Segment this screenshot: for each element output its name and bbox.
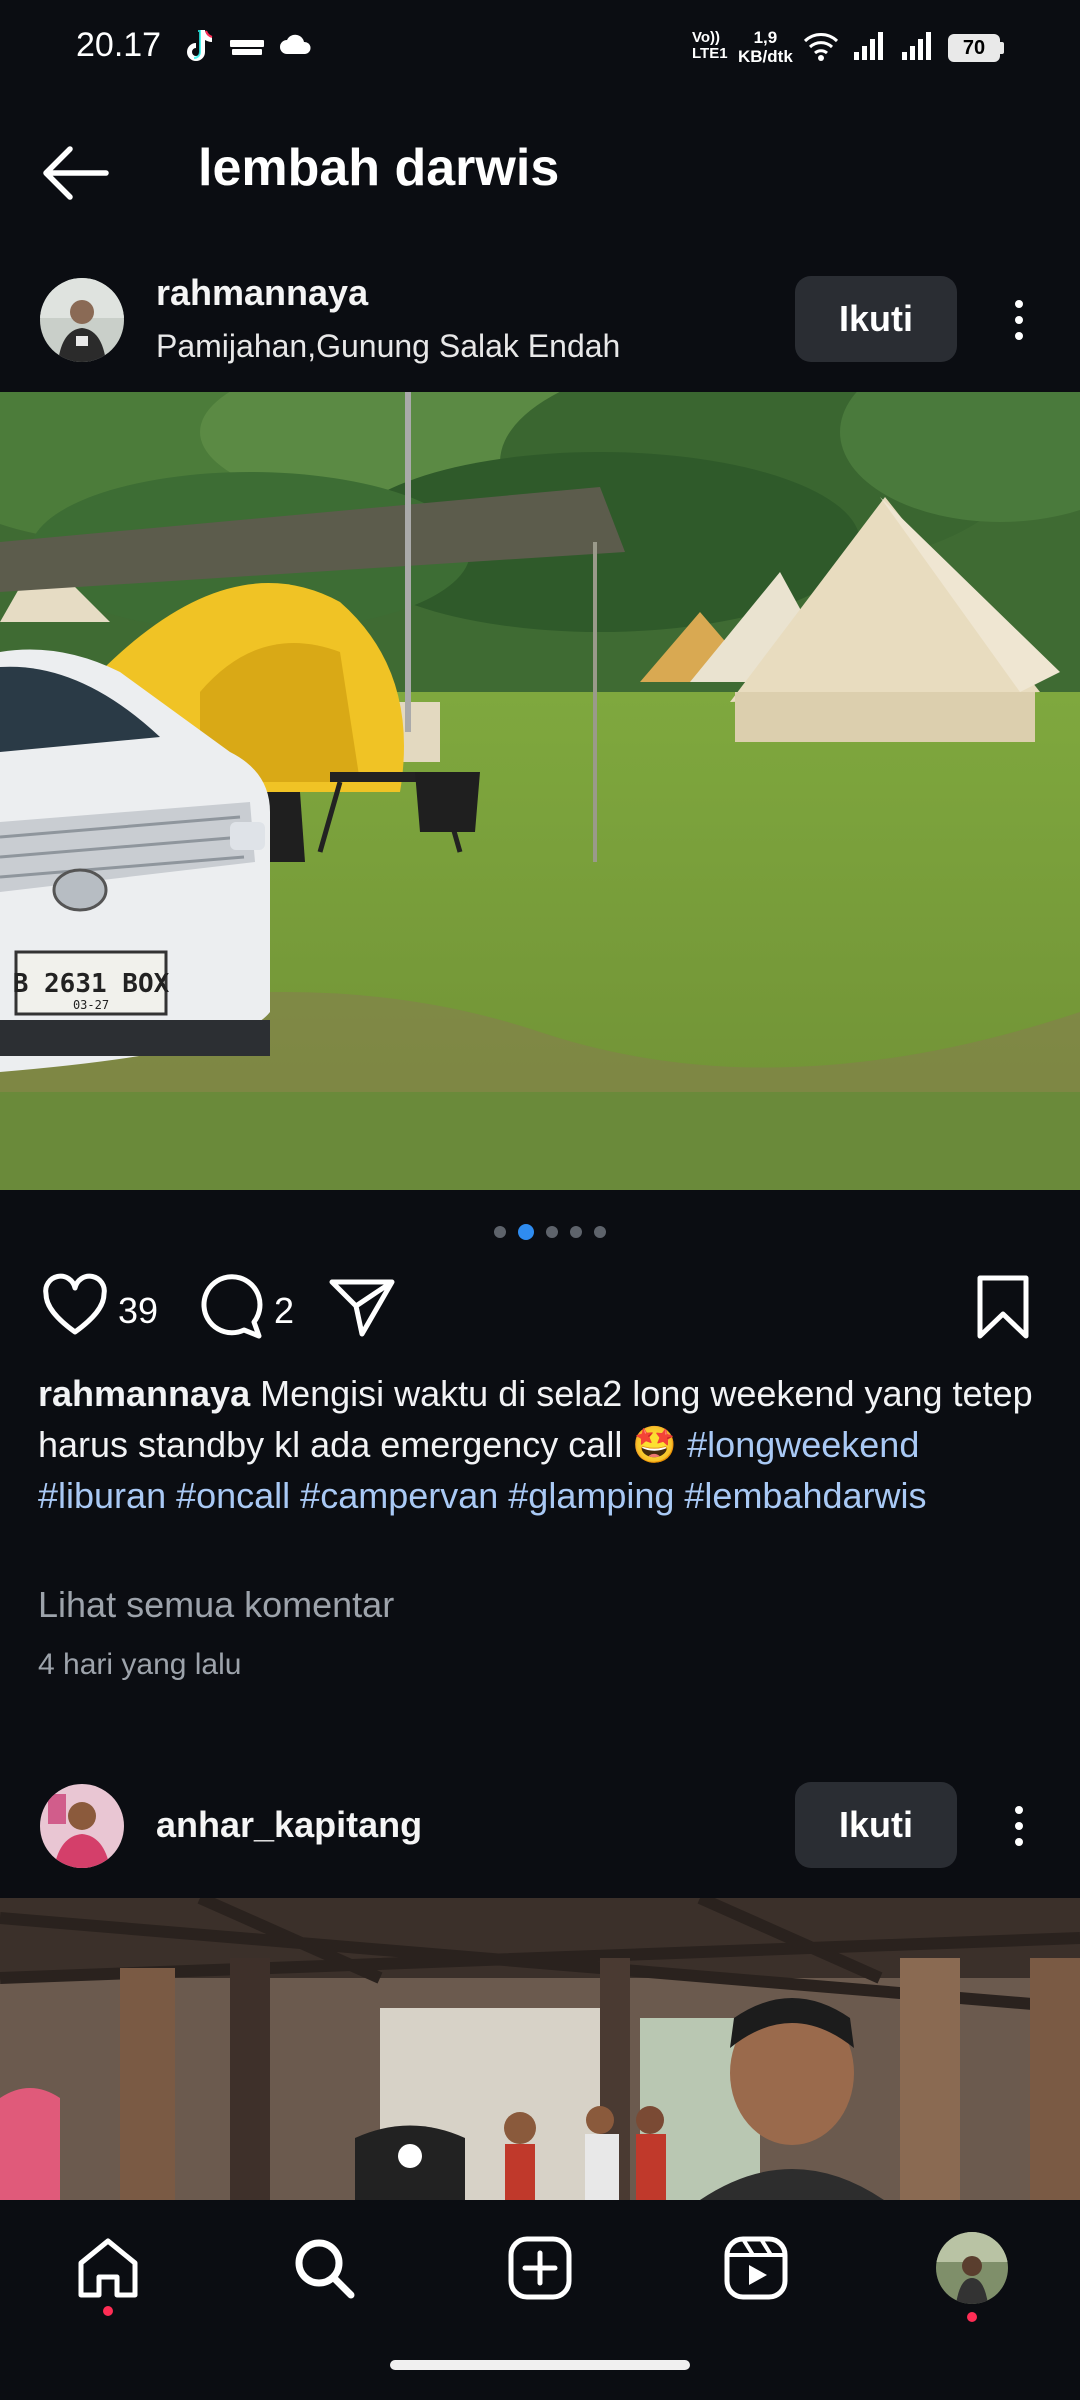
like-button[interactable]: [40, 1272, 110, 1342]
bookmark-icon: [977, 1275, 1029, 1339]
comment-button[interactable]: [196, 1272, 266, 1342]
battery-tip: [1000, 42, 1004, 54]
post-caption: rahmannaya Mengisi waktu di sela2 long w…: [38, 1368, 1038, 1521]
profile-notification-dot: [967, 2312, 977, 2322]
wifi-icon: [803, 33, 839, 61]
license-plate-text: B 2631 BOX: [13, 969, 170, 999]
search-icon: [295, 2239, 355, 2299]
post-image[interactable]: [0, 1898, 1080, 2200]
carousel-dot: [546, 1226, 558, 1238]
arrow-left-icon: [43, 146, 109, 200]
dot: [1015, 1822, 1023, 1830]
more-options-button[interactable]: [999, 1796, 1039, 1856]
post-timestamp: 4 hari yang lalu: [38, 1648, 242, 1681]
create-icon: [508, 2236, 572, 2300]
carousel-indicator: [494, 1224, 606, 1240]
status-time: 20.17: [76, 26, 162, 64]
home-indicator[interactable]: [390, 2360, 690, 2370]
share-button[interactable]: [326, 1272, 400, 1342]
pavilion-photo: [0, 1898, 1080, 2200]
heart-icon: [43, 1273, 107, 1335]
avatar[interactable]: [40, 1784, 124, 1868]
profile-avatar-image: [936, 2232, 1008, 2304]
network-speed: 1,9 KB/dtk: [738, 28, 793, 66]
post-location[interactable]: Pamijahan,Gunung Salak Endah: [156, 328, 620, 365]
signal-icon: [902, 32, 931, 60]
volte-bottom: LTE1: [692, 45, 728, 62]
dot: [1015, 332, 1023, 340]
dot: [1015, 316, 1023, 324]
carousel-dot-active: [518, 1224, 534, 1240]
nav-create[interactable]: [500, 2228, 580, 2308]
dot: [1015, 1838, 1023, 1846]
signal-icon: [854, 32, 883, 60]
comment-count[interactable]: 2: [274, 1290, 294, 1332]
view-all-comments-link[interactable]: Lihat semua komentar: [38, 1584, 394, 1626]
nav-profile[interactable]: [932, 2228, 1012, 2308]
like-count[interactable]: 39: [118, 1290, 158, 1332]
royal-match-icon: [230, 40, 264, 55]
caption-username[interactable]: rahmannaya: [38, 1373, 250, 1414]
more-options-button[interactable]: [999, 290, 1039, 350]
follow-button[interactable]: Ikuti: [795, 276, 957, 362]
home-notification-dot: [103, 2306, 113, 2316]
reels-icon: [724, 2236, 788, 2300]
profile-avatar: [936, 2232, 1008, 2304]
avatar-image: [40, 278, 124, 362]
campsite-photo: B 2631 BOX 03-27: [0, 392, 1080, 1190]
comment-icon: [201, 1274, 263, 1339]
post-username[interactable]: rahmannaya: [156, 272, 368, 314]
send-icon: [329, 1279, 395, 1337]
nav-search[interactable]: [284, 2228, 364, 2308]
volte-indicator: Vo)) LTE1: [692, 30, 728, 62]
follow-button[interactable]: Ikuti: [795, 1782, 957, 1868]
back-button[interactable]: [36, 138, 116, 208]
network-speed-value: 1,9: [753, 28, 778, 47]
volte-top: Vo)): [692, 29, 721, 46]
avatar-image: [40, 1784, 124, 1868]
cloud-icon: [280, 34, 311, 54]
save-button[interactable]: [970, 1272, 1036, 1342]
home-icon: [78, 2238, 138, 2298]
post-image[interactable]: B 2631 BOX 03-27: [0, 392, 1080, 1190]
avatar[interactable]: [40, 278, 124, 362]
page-title: lembah darwis: [198, 139, 560, 197]
nav-home[interactable]: [68, 2228, 148, 2308]
nav-reels[interactable]: [716, 2228, 796, 2308]
tiktok-icon: [187, 30, 213, 61]
post-username[interactable]: anhar_kapitang: [156, 1804, 422, 1846]
carousel-dot: [570, 1226, 582, 1238]
carousel-dot: [594, 1226, 606, 1238]
carousel-dot: [494, 1226, 506, 1238]
battery-indicator: 70: [948, 34, 1000, 62]
dot: [1015, 300, 1023, 308]
license-plate-sub: 03-27: [73, 998, 109, 1012]
dot: [1015, 1806, 1023, 1814]
status-bar: 20.17 Vo)) LTE1 1,9 KB/dtk 70: [0, 0, 1080, 96]
network-speed-unit: KB/dtk: [738, 47, 793, 66]
